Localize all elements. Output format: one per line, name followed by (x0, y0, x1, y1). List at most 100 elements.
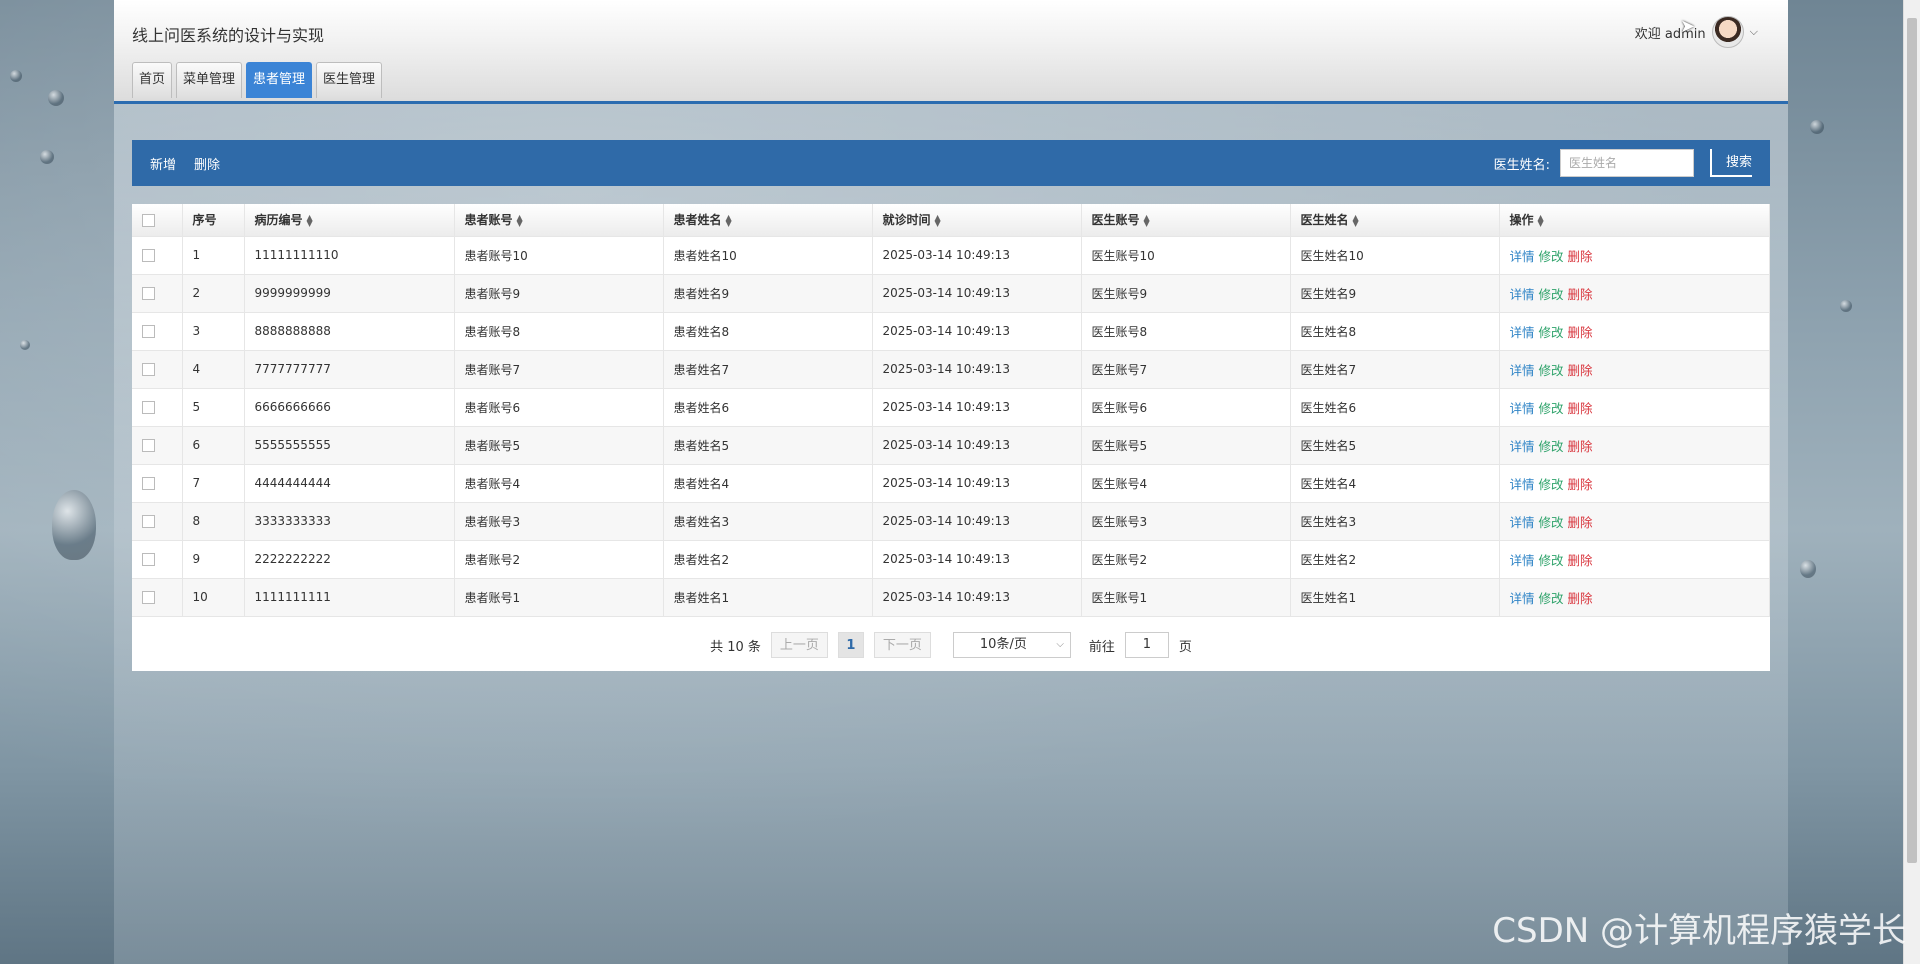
delete-link[interactable]: 删除 (1568, 553, 1593, 568)
row-checkbox[interactable] (142, 477, 155, 490)
row-select-cell (132, 388, 183, 427)
search-button[interactable]: 搜索 (1709, 149, 1752, 177)
delete-link[interactable]: 删除 (1568, 363, 1593, 378)
detail-link[interactable]: 详情 (1510, 363, 1535, 378)
user-menu[interactable]: 欢迎 admin ⌵ (1635, 16, 1758, 48)
doctor-name-search-input[interactable] (1559, 149, 1694, 177)
sort-icon[interactable]: ▲ ▼ (1353, 213, 1359, 227)
edit-link[interactable]: 修改 (1539, 591, 1564, 606)
batch-delete-button[interactable]: 删除 (194, 154, 220, 173)
row-select-cell (132, 464, 183, 503)
pagination: 共 10 条 上一页 1 下一页 10条/页 ⌵ 前往 1 页 (132, 632, 1770, 658)
page-suffix: 页 (1178, 639, 1192, 655)
tab-doctor-management[interactable]: 医生管理 (316, 62, 383, 98)
delete-link[interactable]: 删除 (1568, 401, 1593, 416)
edit-link[interactable]: 修改 (1539, 325, 1564, 340)
sort-icon[interactable]: ▲ ▼ (1538, 213, 1544, 227)
col-header-actions[interactable]: 操作 ▲ ▼ (1499, 204, 1770, 237)
edit-link[interactable]: 修改 (1539, 515, 1564, 530)
page-size-select[interactable]: 10条/页 ⌵ (952, 632, 1071, 658)
cell-patient-account: 患者账号5 (454, 426, 664, 465)
sort-icon[interactable]: ▲ ▼ (307, 213, 313, 227)
chevron-down-icon: ⌵ (1056, 639, 1064, 650)
col-header-visit-time[interactable]: 就诊时间 ▲ ▼ (872, 204, 1082, 237)
scrollbar-thumb[interactable] (1907, 18, 1917, 863)
edit-link[interactable]: 修改 (1539, 287, 1564, 302)
raindrop-decoration (1810, 120, 1824, 134)
row-checkbox[interactable] (142, 591, 155, 604)
detail-link[interactable]: 详情 (1510, 325, 1535, 340)
cell-doctor-name: 医生姓名1 (1290, 578, 1500, 617)
cell-patient-account: 患者账号1 (454, 578, 664, 617)
header: 线上问医系统的设计与实现 欢迎 admin ⌵ 首页 菜单管理 患者管理 医生管… (114, 0, 1788, 104)
edit-link[interactable]: 修改 (1539, 249, 1564, 264)
sort-icon[interactable]: ▲ ▼ (517, 213, 523, 227)
row-checkbox[interactable] (142, 439, 155, 452)
select-all-checkbox[interactable] (142, 213, 155, 227)
detail-link[interactable]: 详情 (1510, 591, 1535, 606)
tab-patient-management[interactable]: 患者管理 (246, 62, 313, 98)
row-checkbox[interactable] (142, 325, 155, 338)
sort-icon[interactable]: ▲ ▼ (935, 213, 941, 227)
tab-home[interactable]: 首页 (132, 62, 173, 98)
delete-link[interactable]: 删除 (1568, 439, 1593, 454)
edit-link[interactable]: 修改 (1539, 439, 1564, 454)
prev-page-button[interactable]: 上一页 (770, 632, 828, 658)
search-label: 医生姓名: (1493, 157, 1550, 173)
delete-link[interactable]: 删除 (1568, 249, 1593, 264)
cell-visit-time: 2025-03-14 10:49:13 (872, 540, 1082, 579)
cell-no: 4 (182, 350, 245, 389)
delete-link[interactable]: 删除 (1568, 287, 1593, 302)
sort-icon[interactable]: ▲ ▼ (726, 213, 732, 227)
delete-link[interactable]: 删除 (1568, 477, 1593, 492)
edit-link[interactable]: 修改 (1539, 363, 1564, 378)
site-title: 线上问医系统的设计与实现 (132, 26, 325, 45)
detail-link[interactable]: 详情 (1510, 249, 1535, 264)
row-actions: 详情 修改 删除 (1499, 502, 1770, 541)
detail-link[interactable]: 详情 (1510, 439, 1535, 454)
edit-link[interactable]: 修改 (1539, 477, 1564, 492)
sort-icon[interactable]: ▲ ▼ (1144, 213, 1150, 227)
cell-record: 2222222222 (244, 540, 455, 579)
cell-no: 1 (182, 236, 245, 275)
row-actions: 详情 修改 删除 (1499, 312, 1770, 351)
edit-link[interactable]: 修改 (1539, 553, 1564, 568)
detail-link[interactable]: 详情 (1510, 287, 1535, 302)
cell-visit-time: 2025-03-14 10:49:13 (872, 578, 1082, 617)
chevron-down-icon[interactable]: ⌵ (1750, 25, 1758, 39)
row-checkbox[interactable] (142, 363, 155, 376)
col-header-patient-name[interactable]: 患者姓名 ▲ ▼ (663, 204, 873, 237)
raindrop-decoration (20, 340, 30, 350)
add-button[interactable]: 新增 (150, 154, 176, 173)
col-header-doctor-name[interactable]: 医生姓名 ▲ ▼ (1290, 204, 1500, 237)
tab-menu-management[interactable]: 菜单管理 (176, 62, 243, 98)
row-checkbox[interactable] (142, 515, 155, 528)
vertical-scrollbar[interactable] (1903, 0, 1920, 964)
col-header-record[interactable]: 病历编号 ▲ ▼ (244, 204, 455, 237)
col-header-patient-account[interactable]: 患者账号 ▲ ▼ (454, 204, 664, 237)
table-row: 7 4444444444 患者账号4 患者姓名4 2025-03-14 10:49:13… (132, 464, 1770, 503)
goto-page-input[interactable]: 1 (1124, 632, 1169, 658)
edit-link[interactable]: 修改 (1539, 401, 1564, 416)
cell-patient-name: 患者姓名6 (663, 388, 873, 427)
delete-link[interactable]: 删除 (1568, 591, 1593, 606)
detail-link[interactable]: 详情 (1510, 401, 1535, 416)
row-checkbox[interactable] (142, 287, 155, 300)
delete-link[interactable]: 删除 (1568, 325, 1593, 340)
cell-patient-account: 患者账号8 (454, 312, 664, 351)
detail-link[interactable]: 详情 (1510, 477, 1535, 492)
detail-link[interactable]: 详情 (1510, 515, 1535, 530)
watermark: CSDN @计算机程序猿学长 (1492, 911, 1906, 951)
delete-link[interactable]: 删除 (1568, 515, 1593, 530)
cell-no: 5 (182, 388, 245, 427)
avatar[interactable] (1711, 16, 1744, 48)
row-checkbox[interactable] (142, 553, 155, 566)
row-checkbox[interactable] (142, 401, 155, 414)
detail-link[interactable]: 详情 (1510, 553, 1535, 568)
next-page-button[interactable]: 下一页 (873, 632, 931, 658)
cell-visit-time: 2025-03-14 10:49:13 (872, 464, 1082, 503)
col-header-doctor-account[interactable]: 医生账号 ▲ ▼ (1081, 204, 1291, 237)
cell-patient-account: 患者账号9 (454, 274, 664, 313)
row-checkbox[interactable] (142, 249, 155, 262)
page-number-1[interactable]: 1 (837, 632, 864, 658)
